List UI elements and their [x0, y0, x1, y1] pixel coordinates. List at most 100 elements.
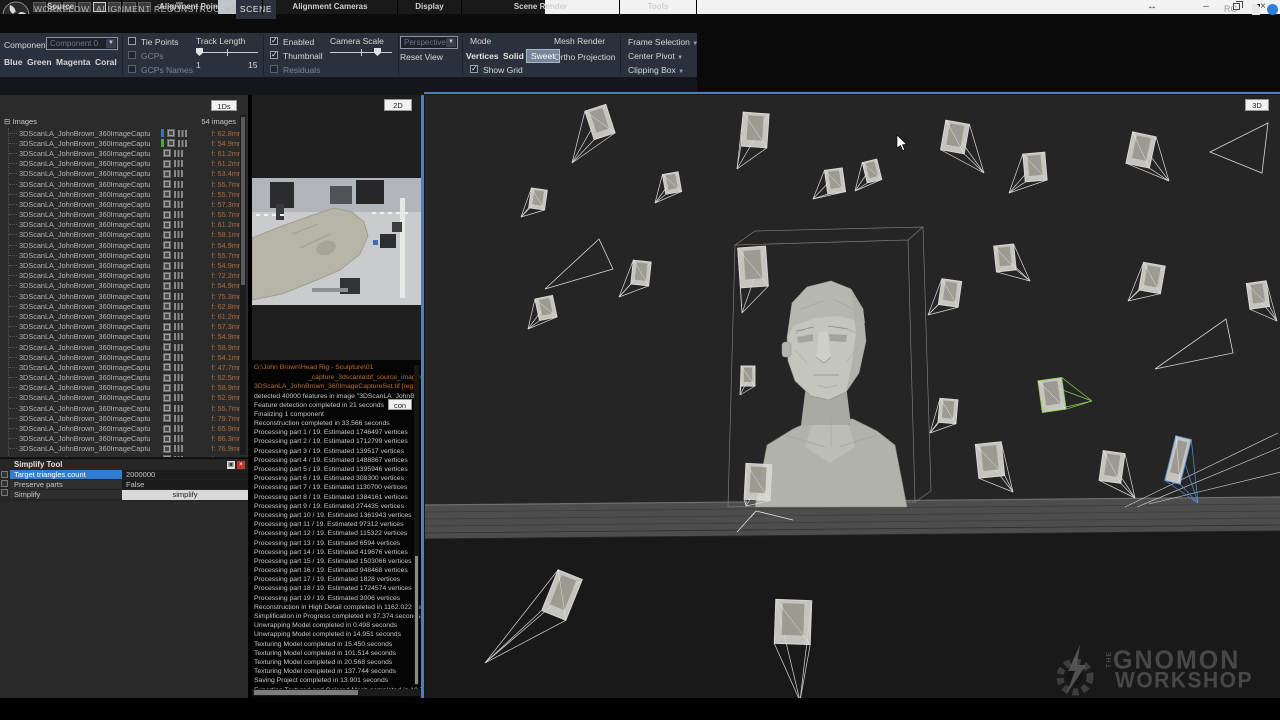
camera-scale-slider[interactable] [330, 52, 392, 53]
3d-viewport[interactable] [425, 95, 1280, 700]
tab-1ds[interactable]: 1Ds [211, 100, 237, 111]
image-row[interactable]: 3DScanLA_JohnBrown_360ImageCaptuf: 62.8m… [9, 301, 244, 311]
camera-frustum[interactable] [1128, 262, 1165, 301]
camera-frustum[interactable] [619, 260, 651, 297]
chevron-down-icon[interactable]: ▼ [106, 39, 116, 48]
image-row[interactable]: 3DScanLA_JohnBrown_360ImageCaptuf: 72.2m… [9, 271, 244, 281]
image-row[interactable]: 3DScanLA_JohnBrown_360ImageCaptuf: 58.1m… [9, 230, 244, 240]
camera-frustum[interactable] [928, 279, 962, 315]
camera-frustum[interactable] [1009, 152, 1047, 193]
image-row[interactable]: 3DScanLA_JohnBrown_360ImageCaptuf: 55.7m… [9, 250, 244, 260]
camera-frustum[interactable] [744, 463, 772, 506]
camera-frustum[interactable] [738, 246, 769, 313]
pin-panel-icon[interactable]: ▣ [227, 461, 235, 469]
gcps-checkbox[interactable] [128, 51, 136, 59]
camera-frustum[interactable] [740, 366, 755, 395]
image-row[interactable]: 3DScanLA_JohnBrown_360ImageCaptuf: 55.7m… [9, 189, 244, 199]
image-row[interactable]: 3DScanLA_JohnBrown_360ImageCaptuf: 73.8m… [9, 454, 244, 457]
image-row[interactable]: 3DScanLA_JohnBrown_360ImageCaptuf: 54.9m… [9, 260, 244, 270]
image-row[interactable]: 3DScanLA_JohnBrown_360ImageCaptuf: 65.9m… [9, 423, 244, 433]
image-row[interactable]: 3DScanLA_JohnBrown_360ImageCaptuf: 61.2m… [9, 148, 244, 158]
panel-side-icon[interactable] [1, 471, 8, 478]
image-row[interactable]: 3DScanLA_JohnBrown_360ImageCaptuf: 61.2m… [9, 220, 244, 230]
residuals-checkbox[interactable] [270, 65, 278, 73]
bust-model[interactable] [755, 281, 907, 507]
document-icon[interactable] [1252, 4, 1260, 15]
camera-frustum[interactable] [1038, 377, 1092, 412]
image-row[interactable]: 3DScanLA_JohnBrown_360ImageCaptuf: 61.2m… [9, 311, 244, 321]
mesh-render-label[interactable]: Mesh Render [554, 36, 605, 46]
camera-frustum-wire[interactable] [1155, 319, 1233, 369]
camera-frustum[interactable] [1165, 436, 1198, 503]
panel-side-icon[interactable] [1, 489, 8, 496]
simplify-tool-header[interactable]: Simplify Tool ▣ × [0, 459, 248, 470]
gcps-names-checkbox[interactable] [128, 65, 136, 73]
camera-frustum[interactable] [528, 295, 557, 329]
image-row[interactable]: 3DScanLA_JohnBrown_360ImageCaptuf: 53.4m… [9, 169, 244, 179]
image-row[interactable]: 3DScanLA_JohnBrown_360ImageCaptuf: 57.3m… [9, 322, 244, 332]
rc-logo-icon[interactable] [1267, 4, 1278, 15]
image-row[interactable]: 3DScanLA_JohnBrown_360ImageCaptuf: 54.9m… [9, 138, 244, 148]
image-row[interactable]: 3DScanLA_JohnBrown_360ImageCaptuf: 52.9m… [9, 393, 244, 403]
simplify-row[interactable]: Simplify simplify [10, 490, 248, 500]
camera-frustum[interactable] [1099, 451, 1135, 498]
image-row[interactable]: 3DScanLA_JohnBrown_360ImageCaptuf: 54.9m… [9, 332, 244, 342]
2d-viewport[interactable] [252, 95, 421, 360]
frame-selection-dropdown[interactable]: Frame Selection ▼ [628, 37, 698, 47]
panel-side-icon[interactable] [1, 480, 8, 487]
camera-frustum[interactable] [655, 172, 682, 203]
minimize-button[interactable]: – [1197, 0, 1215, 14]
image-row[interactable]: 3DScanLA_JohnBrown_360ImageCaptuf: 86.3m… [9, 434, 244, 444]
camera-frustum-wire[interactable] [545, 239, 613, 289]
color-blue-button[interactable]: Blue [4, 57, 22, 67]
image-row[interactable]: 3DScanLA_JohnBrown_360ImageCaptuf: 76.9m… [9, 444, 244, 454]
camera-frustum[interactable] [521, 188, 547, 217]
vertices-button[interactable]: Vertices [466, 51, 499, 61]
scrollbar-thumb[interactable] [254, 690, 358, 695]
image-row[interactable]: 3DScanLA_JohnBrown_360ImageCaptuf: 55.7m… [9, 210, 244, 220]
tab-console[interactable]: con [388, 399, 412, 410]
image-row[interactable]: 3DScanLA_JohnBrown_360ImageCaptuf: 75.3m… [9, 291, 244, 301]
image-row[interactable]: 3DScanLA_JohnBrown_360ImageCaptuf: 54.9m… [9, 281, 244, 291]
image-row[interactable]: 3DScanLA_JohnBrown_360ImageCaptuf: 62.8m… [9, 128, 244, 138]
camera-frustum[interactable] [813, 168, 846, 199]
image-row[interactable]: 3DScanLA_JohnBrown_360ImageCaptuf: 57.3m… [9, 199, 244, 209]
tie-points-checkbox[interactable] [128, 37, 136, 45]
preserve-parts-row[interactable]: Preserve parts False [10, 480, 248, 490]
solid-button[interactable]: Solid [503, 51, 524, 61]
image-row[interactable]: 3DScanLA_JohnBrown_360ImageCaptuf: 52.5m… [9, 373, 244, 383]
show-grid-checkbox[interactable] [470, 65, 478, 73]
row-value[interactable]: 2000000 [122, 470, 248, 480]
track-length-slider[interactable] [196, 52, 258, 53]
camera-frustum[interactable] [994, 244, 1030, 281]
scrollbar-thumb[interactable] [241, 117, 245, 285]
image-row[interactable]: 3DScanLA_JohnBrown_360ImageCaptuf: 55.7m… [9, 403, 244, 413]
image-row[interactable]: 3DScanLA_JohnBrown_360ImageCaptuf: 55.7m… [9, 179, 244, 189]
image-row[interactable]: 3DScanLA_JohnBrown_360ImageCaptuf: 54.9m… [9, 240, 244, 250]
image-row[interactable]: 3DScanLA_JohnBrown_360ImageCaptuf: 58.9m… [9, 383, 244, 393]
image-row[interactable]: 3DScanLA_JohnBrown_360ImageCaptuf: 79.7m… [9, 413, 244, 423]
enabled-checkbox[interactable] [270, 37, 278, 45]
camera-frustum[interactable] [930, 398, 958, 433]
camera-frustum[interactable] [855, 159, 882, 191]
image-row[interactable]: 3DScanLA_JohnBrown_360ImageCaptuf: 61.2m… [9, 159, 244, 169]
camera-frustum[interactable] [1246, 281, 1277, 321]
console-panel[interactable]: G:\John Brown\Head Rig - Sculpture\01_ca… [252, 360, 421, 700]
tab-3d[interactable]: 3D [1245, 99, 1269, 111]
camera-frustum[interactable] [975, 442, 1013, 492]
scrollbar-thumb[interactable] [415, 556, 418, 684]
clipping-box-dropdown[interactable]: Clipping Box ▼ [628, 65, 684, 75]
ortho-projection-label[interactable]: Ortho Projection [554, 52, 615, 62]
center-pivot-dropdown[interactable]: Center Pivot ▼ [628, 51, 683, 61]
thumbnail-checkbox[interactable] [270, 51, 278, 59]
reset-view-button[interactable]: Reset View [400, 52, 443, 62]
image-row[interactable]: 3DScanLA_JohnBrown_360ImageCaptuf: 58.9m… [9, 342, 244, 352]
pan-window-icon[interactable]: ↔ [1143, 0, 1161, 14]
target-triangles-row[interactable]: Target triangles count 2000000 [10, 470, 248, 480]
row-value[interactable]: False [122, 480, 248, 490]
camera-frustum[interactable] [572, 104, 615, 163]
camera-frustum-wire[interactable] [1210, 123, 1268, 173]
camera-frustum[interactable] [737, 112, 769, 169]
close-panel-icon[interactable]: × [237, 461, 245, 469]
color-magenta-button[interactable]: Magenta [56, 57, 90, 67]
